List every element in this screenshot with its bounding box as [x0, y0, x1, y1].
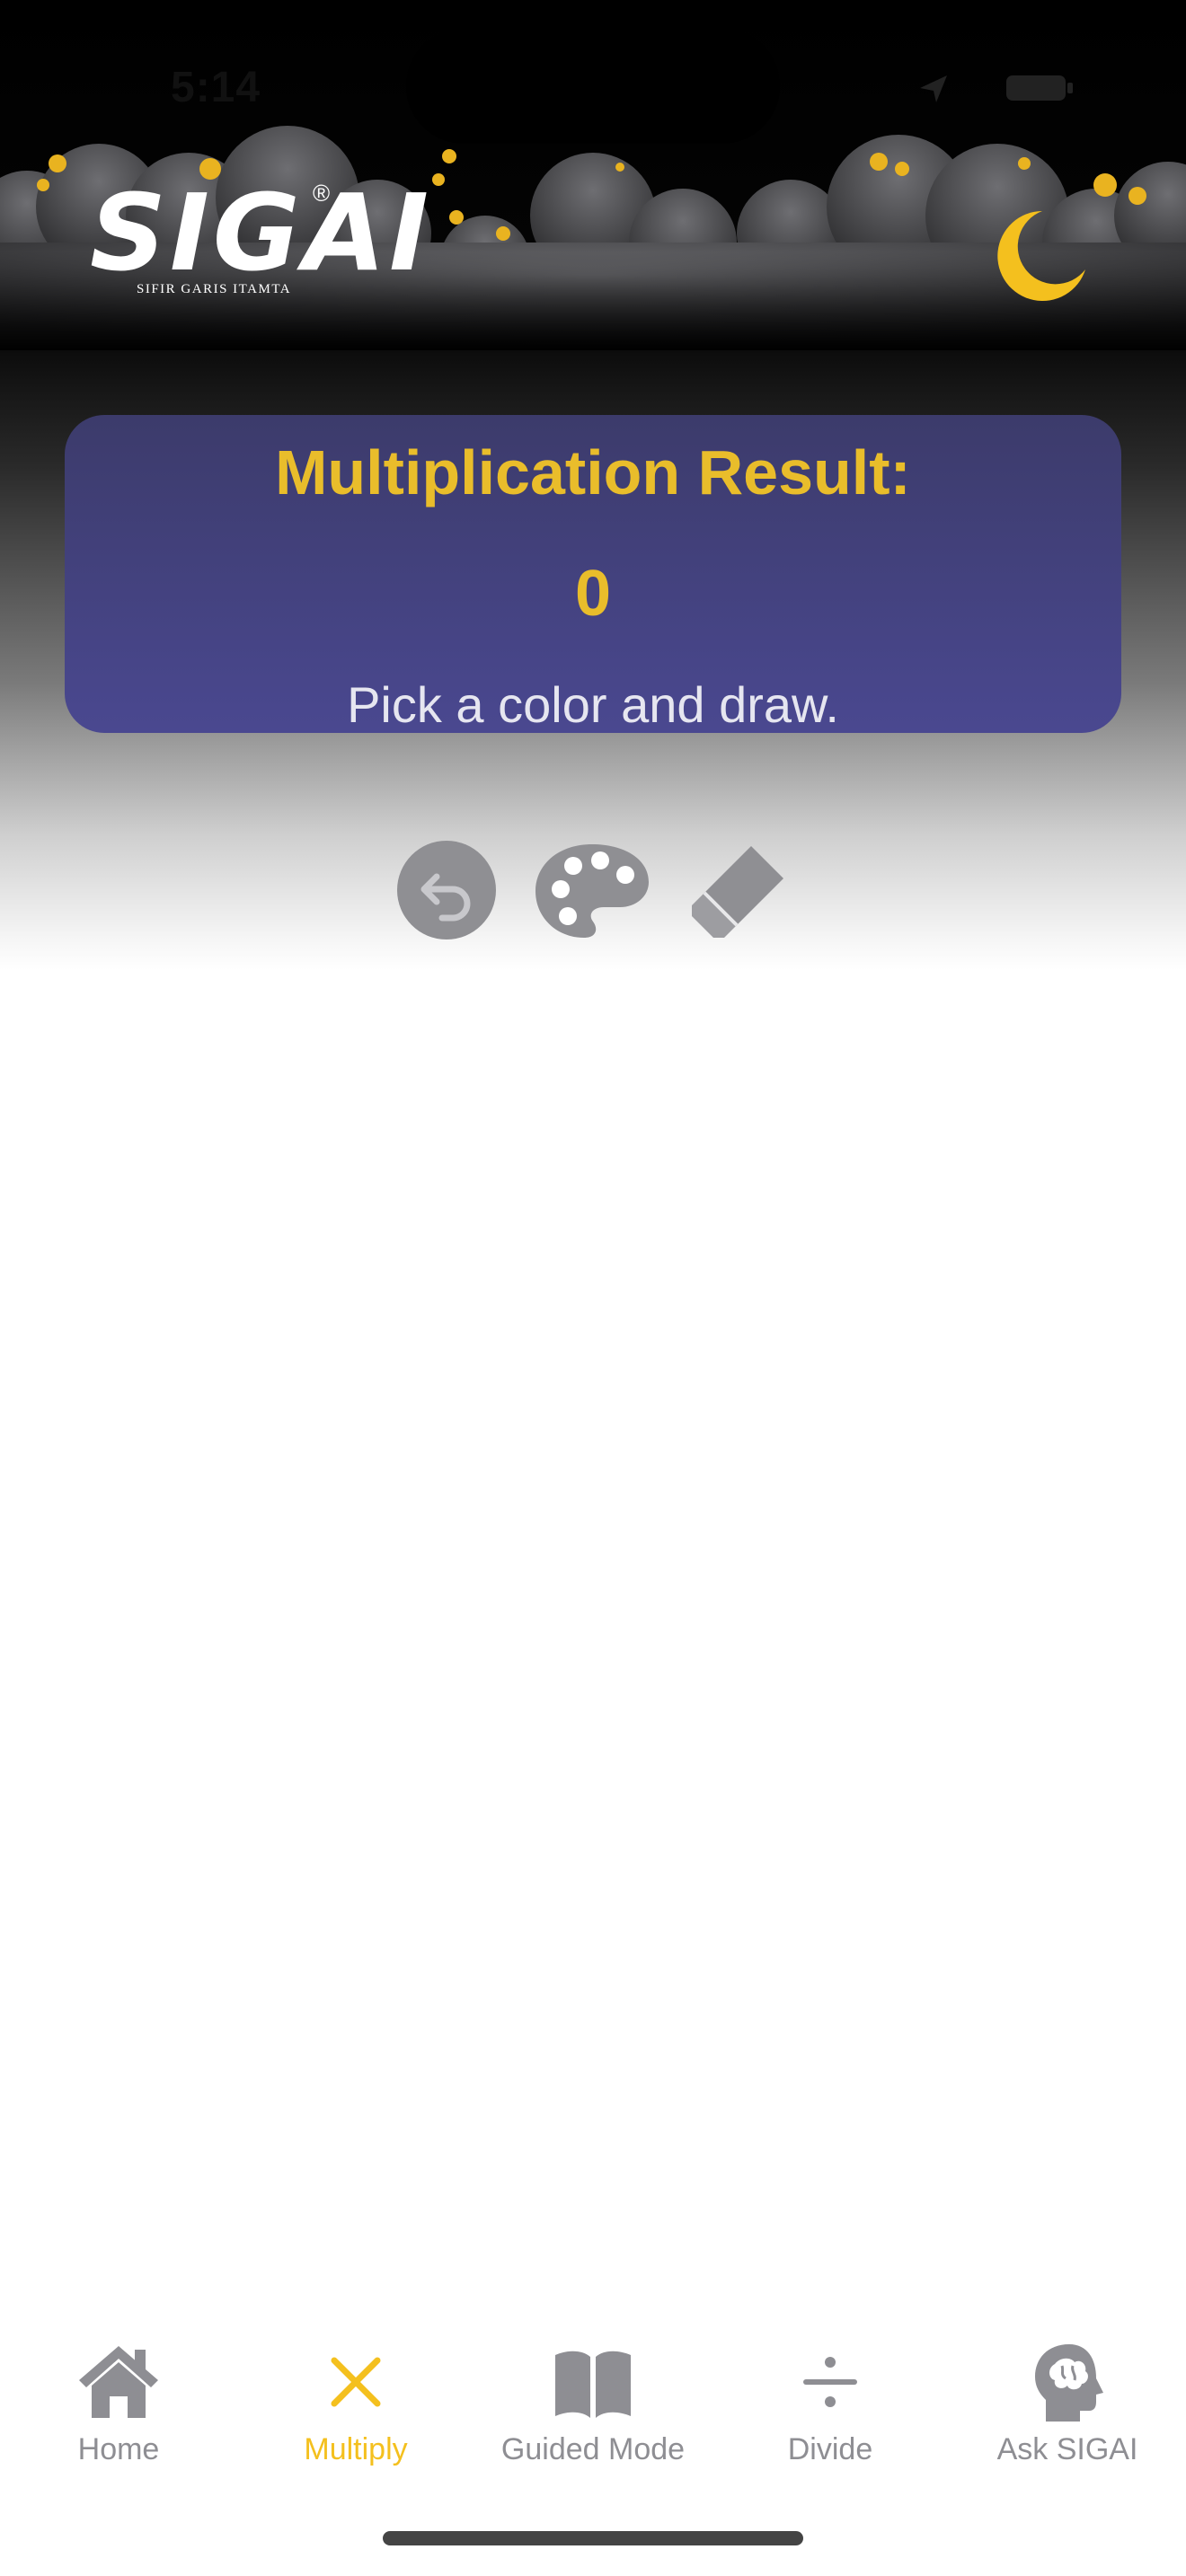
registered-mark: ®: [313, 180, 331, 207]
book-icon: [555, 2351, 631, 2418]
status-time: 5:14: [171, 64, 261, 111]
result-title: Multiplication Result:: [275, 437, 911, 507]
undo-button[interactable]: [397, 841, 496, 940]
home-indicator[interactable]: [383, 2531, 803, 2545]
tab-multiply-label: Multiply: [304, 2432, 408, 2466]
tab-ask-sigai-label: Ask SIGAI: [996, 2432, 1138, 2466]
drawing-canvas[interactable]: [0, 970, 1186, 2299]
tab-home-label: Home: [77, 2432, 160, 2466]
brain-head-icon: [1035, 2344, 1103, 2422]
tab-guided-mode-label: Guided Mode: [500, 2432, 686, 2466]
color-palette-button[interactable]: [534, 841, 651, 941]
sigai-logo: SIGAI ® SIFIR GARIS ITAMTA: [90, 180, 429, 305]
result-value: 0: [574, 558, 612, 630]
multiply-icon: [331, 2357, 381, 2407]
tab-home[interactable]: Home: [0, 2317, 237, 2479]
result-card: Multiplication Result: 0 Pick a color an…: [65, 415, 1121, 733]
status-icons: [920, 75, 1073, 102]
tab-divide[interactable]: Divide: [712, 2317, 949, 2479]
logo-subtitle: SIFIR GARIS ITAMTA: [137, 282, 292, 296]
draw-hint: Pick a color and draw.: [347, 676, 839, 733]
divide-icon: [803, 2357, 857, 2407]
logo-wordmark: SIGAI: [90, 171, 432, 295]
battery-icon: [1006, 75, 1066, 101]
tab-divide-label: Divide: [787, 2432, 873, 2466]
tab-bar: Home Multiply Guided Mode Divide Ask SIG…: [0, 2317, 1186, 2479]
undo-icon: [420, 873, 471, 922]
house-icon: [79, 2346, 158, 2418]
location-arrow-icon: [920, 75, 947, 102]
tab-guided-mode[interactable]: Guided Mode: [474, 2317, 712, 2479]
eraser-button[interactable]: [686, 841, 789, 943]
palette-icon: [535, 844, 649, 938]
eraser-icon: [692, 846, 783, 938]
tab-ask-sigai[interactable]: Ask SIGAI: [949, 2317, 1186, 2479]
tab-multiply[interactable]: Multiply: [237, 2317, 474, 2479]
